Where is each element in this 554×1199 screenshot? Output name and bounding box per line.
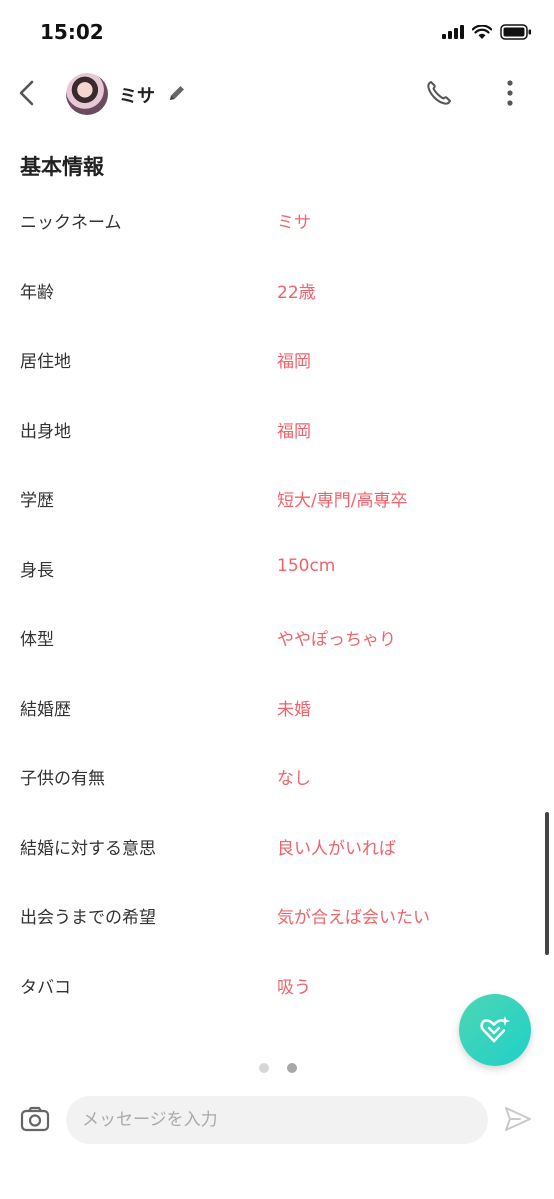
like-fab-button[interactable] (459, 994, 531, 1066)
row-label: 結婚歴 (20, 700, 71, 720)
row-label: 身長 (20, 561, 54, 581)
row-value: ミサ (277, 213, 311, 233)
profile-row-children: 子供の有無 なし (0, 756, 554, 796)
profile-row-marital-history: 結婚歴 未婚 (0, 687, 554, 727)
row-value: 福岡 (277, 422, 311, 442)
page-dot-active[interactable] (287, 1063, 297, 1073)
scrollbar[interactable] (545, 812, 549, 955)
phone-icon[interactable] (424, 78, 454, 108)
row-label: 体型 (20, 630, 54, 650)
status-time: 15:02 (40, 20, 104, 44)
section-title: 基本情報 (20, 155, 104, 179)
row-label: 結婚に対する意思 (20, 839, 156, 859)
row-value: 150cm (277, 556, 336, 576)
row-label: タバコ (20, 978, 71, 998)
page-dot[interactable] (259, 1063, 269, 1073)
camera-icon[interactable] (20, 1106, 50, 1132)
send-icon[interactable] (503, 1104, 533, 1134)
more-vertical-icon[interactable] (500, 78, 520, 108)
profile-row-height: 身長 150cm (0, 548, 554, 588)
status-bar: 15:02 (0, 0, 554, 66)
pencil-icon[interactable] (166, 82, 188, 104)
row-value: ややぽっちゃり (277, 630, 396, 650)
battery-icon (500, 24, 531, 40)
profile-row-body-type: 体型 ややぽっちゃり (0, 617, 554, 657)
row-value: 気が合えば会いたい (277, 908, 430, 928)
back-arrow-icon[interactable] (14, 78, 40, 108)
heart-sparkle-icon (480, 1016, 510, 1043)
row-label: 年齢 (20, 283, 54, 303)
row-value: 吸う (277, 978, 311, 998)
profile-row-smoking: タバコ 吸う (0, 965, 554, 1005)
status-icons (442, 24, 532, 40)
profile-row-hometown: 出身地 福岡 (0, 409, 554, 449)
profile-row-residence: 居住地 福岡 (0, 339, 554, 379)
profile-row-meeting-preference: 出会うまでの希望 気が合えば会いたい (0, 895, 554, 935)
wifi-icon (472, 24, 492, 39)
page-indicator (259, 1063, 297, 1073)
row-label: 出会うまでの希望 (20, 908, 156, 928)
row-value: 未婚 (277, 700, 311, 720)
profile-row-education: 学歴 短大/専門/高専卒 (0, 478, 554, 518)
message-input[interactable] (66, 1096, 488, 1144)
row-value: 良い人がいれば (277, 839, 396, 859)
row-label: 学歴 (20, 491, 54, 511)
row-value: 短大/専門/高専卒 (277, 491, 408, 511)
profile-row-marriage-intention: 結婚に対する意思 良い人がいれば (0, 826, 554, 866)
row-value: 22歳 (277, 283, 316, 303)
avatar[interactable] (66, 73, 108, 115)
chat-header: ミサ (0, 66, 554, 122)
row-value: 福岡 (277, 352, 311, 372)
profile-row-age: 年齢 22歳 (0, 270, 554, 310)
profile-row-nickname: ニックネーム ミサ (0, 200, 554, 240)
row-label: 居住地 (20, 352, 71, 372)
row-label: ニックネーム (20, 213, 122, 233)
row-label: 子供の有無 (20, 769, 105, 789)
cellular-signal-icon (442, 25, 464, 39)
contact-name[interactable]: ミサ (119, 82, 155, 108)
row-value: なし (277, 769, 311, 789)
row-label: 出身地 (20, 422, 71, 442)
